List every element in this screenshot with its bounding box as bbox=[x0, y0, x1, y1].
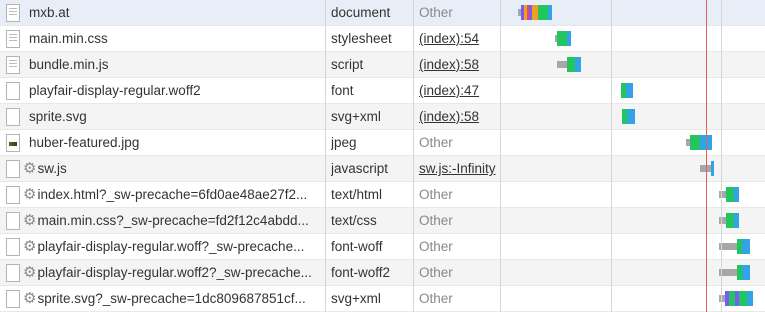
waterfall-bar[interactable] bbox=[0, 0, 765, 25]
waterfall-bar[interactable] bbox=[0, 182, 765, 207]
request-row[interactable]: sprite.svg svg+xml (index):58 bbox=[0, 104, 765, 130]
request-row[interactable]: playfair-display-regular.woff2 font (index… bbox=[0, 78, 765, 104]
waterfall-bar[interactable] bbox=[0, 156, 765, 181]
waterfall-bar[interactable] bbox=[0, 26, 765, 51]
waterfall-segment bbox=[627, 109, 635, 124]
waterfall-bar[interactable] bbox=[0, 130, 765, 155]
request-row[interactable]: ⚙ sprite.svg?_sw-precache=1dc809687851cf.… bbox=[0, 286, 765, 312]
waterfall-segment bbox=[734, 187, 739, 202]
request-row[interactable]: ⚙ index.html?_sw-precache=6fd0ae48ae27f2.… bbox=[0, 182, 765, 208]
request-row[interactable]: bundle.min.js script (index):58 bbox=[0, 52, 765, 78]
waterfall-bar[interactable] bbox=[0, 52, 765, 77]
waterfall-segment bbox=[575, 57, 581, 72]
waterfall-grid-line bbox=[611, 0, 612, 312]
request-row[interactable]: ⚙ playfair-display-regular.woff2?_sw-prec… bbox=[0, 260, 765, 286]
waterfall-bar[interactable] bbox=[0, 208, 765, 233]
waterfall-bar[interactable] bbox=[0, 78, 765, 103]
waterfall-segment bbox=[548, 5, 552, 20]
column-divider-waterfall[interactable] bbox=[500, 0, 501, 312]
request-row[interactable]: huber-featured.jpg jpeg Other bbox=[0, 130, 765, 156]
waterfall-segment bbox=[742, 265, 750, 280]
waterfall-bar[interactable] bbox=[0, 286, 765, 311]
waterfall-bar[interactable] bbox=[0, 260, 765, 285]
waterfall-bar[interactable] bbox=[0, 234, 765, 259]
request-row[interactable]: mxb.at document Other bbox=[0, 0, 765, 26]
request-row[interactable]: ⚙ playfair-display-regular.woff?_sw-preca… bbox=[0, 234, 765, 260]
load-event-marker bbox=[706, 0, 707, 312]
waterfall-segment bbox=[711, 161, 714, 176]
column-divider-name-type[interactable] bbox=[325, 0, 326, 312]
waterfall-grid-line bbox=[721, 0, 722, 312]
waterfall-segment bbox=[742, 239, 750, 254]
request-row[interactable]: main.min.css stylesheet (index):54 bbox=[0, 26, 765, 52]
waterfall-segment bbox=[747, 291, 753, 306]
network-request-table: mxb.at document Other main.min.css styleshee… bbox=[0, 0, 765, 312]
waterfall-segment bbox=[626, 83, 633, 98]
request-row[interactable]: ⚙ main.min.css?_sw-precache=fd2f12c4abdd.… bbox=[0, 208, 765, 234]
waterfall-segment bbox=[734, 213, 739, 228]
waterfall-segment bbox=[567, 31, 571, 46]
request-row[interactable]: ⚙ sw.js javascript sw.js:-Infinity bbox=[0, 156, 765, 182]
column-divider-type-initiator[interactable] bbox=[413, 0, 414, 312]
waterfall-bar[interactable] bbox=[0, 104, 765, 129]
